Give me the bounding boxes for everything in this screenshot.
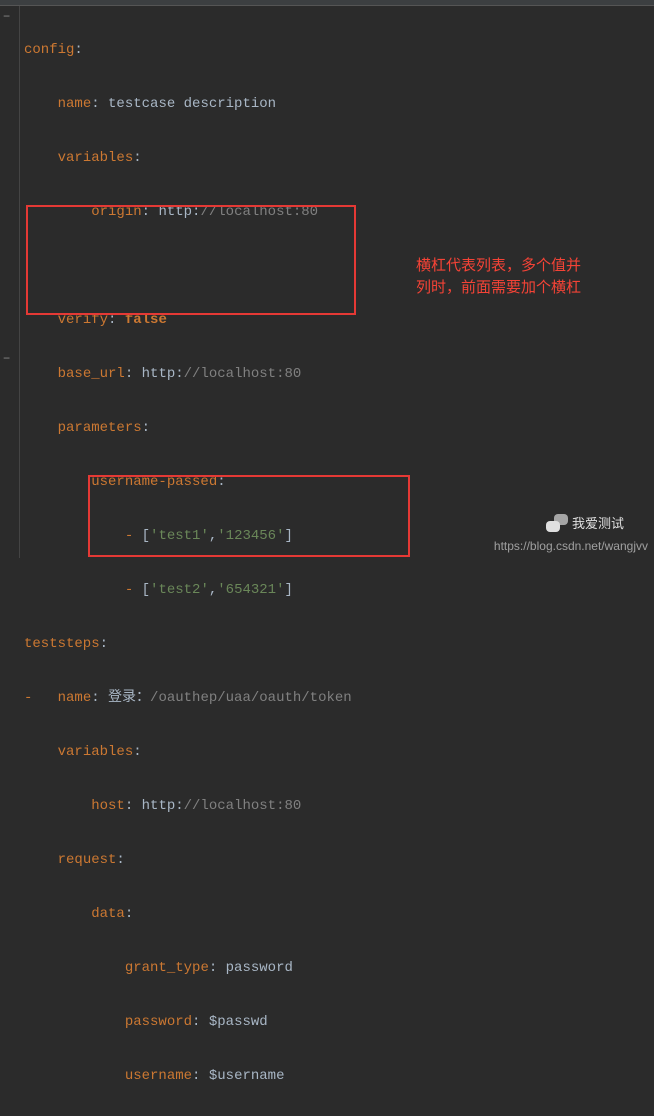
yaml-key: teststeps <box>24 636 100 652</box>
yaml-key: parameters <box>58 420 142 436</box>
yaml-key: grant_type <box>125 960 209 976</box>
yaml-value: password <box>226 960 293 976</box>
yaml-key: origin <box>91 204 141 220</box>
yaml-key: name <box>58 690 92 706</box>
yaml-string: '654321' <box>217 582 284 598</box>
yaml-string: 'test1' <box>150 528 209 544</box>
yaml-value: testcase description <box>108 96 276 112</box>
yaml-string: 'test2' <box>150 582 209 598</box>
yaml-bool: false <box>125 312 167 328</box>
yaml-value: $passwd <box>209 1014 268 1030</box>
yaml-key: variables <box>58 744 134 760</box>
yaml-key: config <box>24 42 74 58</box>
wechat-watermark: 我爱测试 <box>546 513 624 532</box>
wechat-icon <box>546 514 568 532</box>
yaml-key: variables <box>58 150 134 166</box>
yaml-dash: - <box>125 582 142 598</box>
yaml-key: base_url <box>58 366 125 382</box>
yaml-key: username-passed <box>91 474 217 490</box>
code-content: config: name: testcase description varia… <box>0 6 654 1116</box>
yaml-dash: - <box>125 528 142 544</box>
annotation-text: 横杠代表列表，多个值并 列时，前面需要加个横杠 <box>416 255 581 299</box>
yaml-value: $username <box>209 1068 285 1084</box>
url-watermark: https://blog.csdn.net/wangjvv <box>494 539 648 553</box>
code-editor[interactable]: config: name: testcase description varia… <box>0 0 654 1116</box>
yaml-key: data <box>91 906 125 922</box>
yaml-string: '123456' <box>217 528 284 544</box>
yaml-key: username <box>125 1068 192 1084</box>
yaml-key: host <box>91 798 125 814</box>
yaml-key: verify <box>58 312 108 328</box>
yaml-key: request <box>58 852 117 868</box>
yaml-key: password <box>125 1014 192 1030</box>
yaml-key: name <box>58 96 92 112</box>
yaml-dash: - <box>24 690 32 706</box>
